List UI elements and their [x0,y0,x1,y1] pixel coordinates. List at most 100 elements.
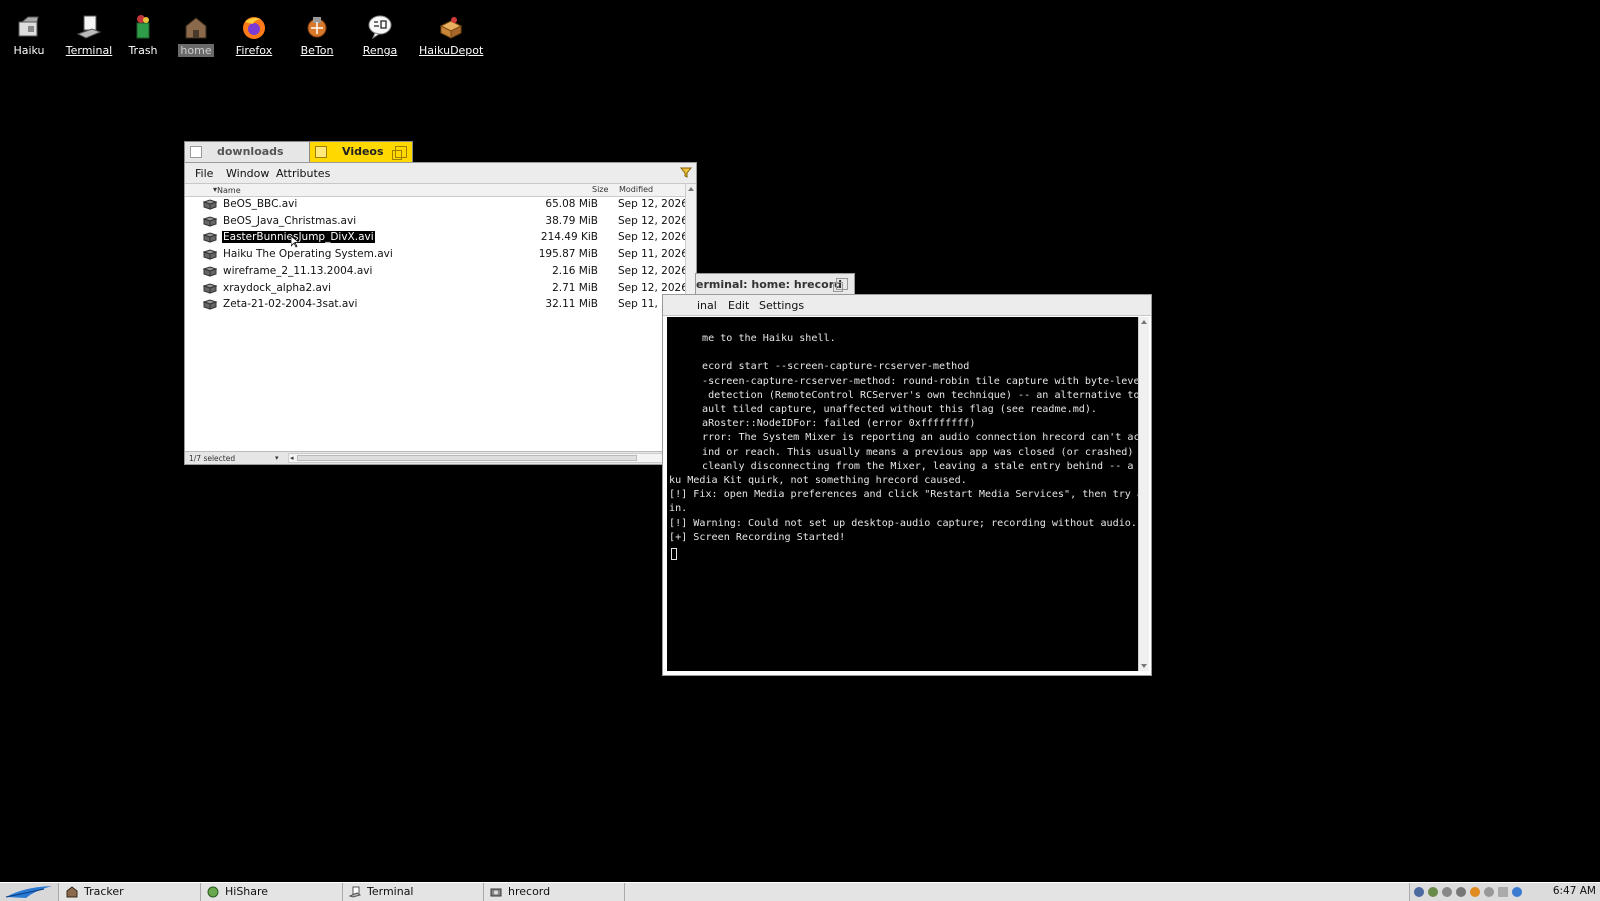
column-modified[interactable]: Modified [619,185,653,194]
file-size: 2.16 MiB [552,264,598,277]
scroll-left-arrow-icon[interactable]: ◂ [290,454,294,462]
column-name[interactable]: ▾ Name [213,185,241,195]
desktop-icon-label: home [178,44,214,57]
video-file-icon [203,266,217,277]
video-file-icon [203,249,217,260]
tab-label: Videos [342,145,384,158]
status-dropdown-icon[interactable]: ▾ [275,454,279,462]
desktop-icon-label: Terminal [65,44,113,57]
close-box-icon[interactable] [190,146,202,158]
video-file-icon [203,282,217,294]
file-modified: Sep 12, 2026, [618,214,692,227]
beton-icon [307,17,327,38]
file-row[interactable]: xraydock_alpha2.avi 2.71 MiB Sep 12, 202… [185,281,691,297]
system-tray: 6:47 AM [1409,883,1600,901]
desktop-icon-label: BeTon [300,44,334,57]
file-row[interactable]: BeOS_Java_Christmas.avi 38.79 MiB Sep 12… [185,214,691,230]
terminal-title: erminal: home: hrecord [696,278,843,291]
haikudepot-icon [439,17,463,39]
scroll-down-arrow-icon[interactable] [1141,664,1147,668]
file-size: 195.87 MiB [538,248,598,261]
tray-app-icon[interactable] [1498,887,1508,897]
scroll-up-arrow-icon[interactable] [1141,320,1147,324]
taskbar-item-hrecord[interactable]: hrecord [484,883,625,901]
tracker-menubar: File Window Attributes [185,163,696,184]
scroll-thumb[interactable] [297,455,637,461]
file-modified: Sep 12, 2026, [618,231,692,244]
menu-window[interactable]: Window [226,167,269,180]
trash-icon [136,15,150,39]
desktop-icon-label: Firefox [235,44,273,57]
menu-terminal[interactable]: inal [697,299,717,312]
desktop-icon-beton[interactable]: BeTon [285,14,349,57]
tray-app-icon[interactable] [1484,887,1494,897]
file-row[interactable]: EasterBunniesJump_DivX.avi 214.49 KiB Se… [185,230,691,248]
terminal-output: me to the Haiku shell. ecord start --scr… [669,333,1139,543]
desktop-icon-renga[interactable]: Renga [348,14,412,57]
desktop-icon-firefox[interactable]: Firefox [222,14,286,57]
home-folder-icon [185,17,207,39]
file-list: BeOS_BBC.avi 65.08 MiB Sep 12, 2026, BeO… [185,197,691,469]
selection-count: 1/7 selected [189,454,236,463]
file-name: wireframe_2_11.13.2004.avi [223,264,373,277]
close-box-icon[interactable] [315,146,327,158]
horizontal-scrollbar[interactable]: ◂ ▸ [288,453,678,463]
terminal-icon [349,886,361,898]
file-size: 38.79 MiB [545,214,598,227]
desktop-icon-label: HaikuDepot [419,44,484,57]
column-name-label: Name [217,186,241,195]
tray-app-icon[interactable] [1442,887,1452,897]
taskbar-item-hishare[interactable]: HiShare [201,883,343,901]
file-name: BeOS_BBC.avi [223,198,298,210]
menu-settings[interactable]: Settings [759,299,804,312]
scroll-up-arrow-icon[interactable] [688,187,694,191]
taskbar-item-terminal[interactable]: Terminal [343,883,484,901]
taskbar-item-tracker[interactable]: Tracker [60,883,201,901]
taskbar-item-label: Terminal [367,885,414,898]
tray-app-icon[interactable] [1428,887,1438,897]
zoom-box-icon[interactable] [833,278,848,292]
desktop-icon-label: Haiku [13,44,45,57]
tab-videos[interactable]: Videos [309,141,413,163]
terminal-window: inal Edit Settings me to the Haiku shell… [662,294,1152,676]
file-size: 32.11 MiB [545,298,598,311]
file-row[interactable]: BeOS_BBC.avi 65.08 MiB Sep 12, 2026, [185,197,691,213]
file-modified: Sep 12, 2026, [618,198,692,210]
haiku-volume-icon [18,16,39,37]
network-icon[interactable] [1414,887,1424,897]
terminal-icon [76,15,102,39]
terminal-screen[interactable]: me to the Haiku shell. ecord start --scr… [667,317,1139,671]
file-modified: Sep 12, 2026, [618,264,692,277]
clock[interactable]: 6:47 AM [1553,885,1596,897]
terminal-menubar: inal Edit Settings [663,295,1151,316]
menu-edit[interactable]: Edit [728,299,749,312]
tracker-window: File Window Attributes ▾ Name Size Modif… [184,162,697,465]
file-size: 65.08 MiB [545,198,598,210]
terminal-title-tab[interactable]: erminal: home: hrecord [695,273,855,295]
tray-app-icon[interactable] [1512,887,1522,897]
file-row[interactable]: Haiku The Operating System.avi 195.87 Mi… [185,247,691,263]
file-row[interactable]: wireframe_2_11.13.2004.avi 2.16 MiB Sep … [185,264,691,280]
tray-app-icon[interactable] [1470,887,1480,897]
video-file-icon [203,199,217,210]
status-bar: 1/7 selected ▾ ◂ ▸ [185,451,696,464]
desktop-icon-haikudepot[interactable]: HaikuDepot [417,14,485,57]
taskbar-item-label: HiShare [225,885,269,898]
file-modified: Sep 11, 2026, [618,248,692,261]
file-row[interactable]: Zeta-21-02-2004-3sat.avi 32.11 MiB Sep 1… [185,297,691,313]
taskbar-item-label: hrecord [508,885,551,898]
desktop-icon-home[interactable]: home [164,14,228,57]
tab-label: downloads [217,145,284,158]
zoom-box-icon[interactable] [392,146,407,160]
terminal-scrollbar[interactable] [1138,317,1149,671]
tray-app-icon[interactable] [1456,887,1466,897]
tab-downloads[interactable]: downloads [184,141,310,163]
leaf-menu-button[interactable] [0,883,59,901]
menu-attributes[interactable]: Attributes [276,167,330,180]
column-size[interactable]: Size [592,185,608,194]
column-header: ▾ Name Size Modified [185,184,686,197]
filter-icon[interactable] [680,166,692,178]
menu-file[interactable]: File [195,167,213,180]
file-size: 214.49 KiB [540,231,598,244]
desktop-icon-haiku[interactable]: Haiku [0,14,61,57]
